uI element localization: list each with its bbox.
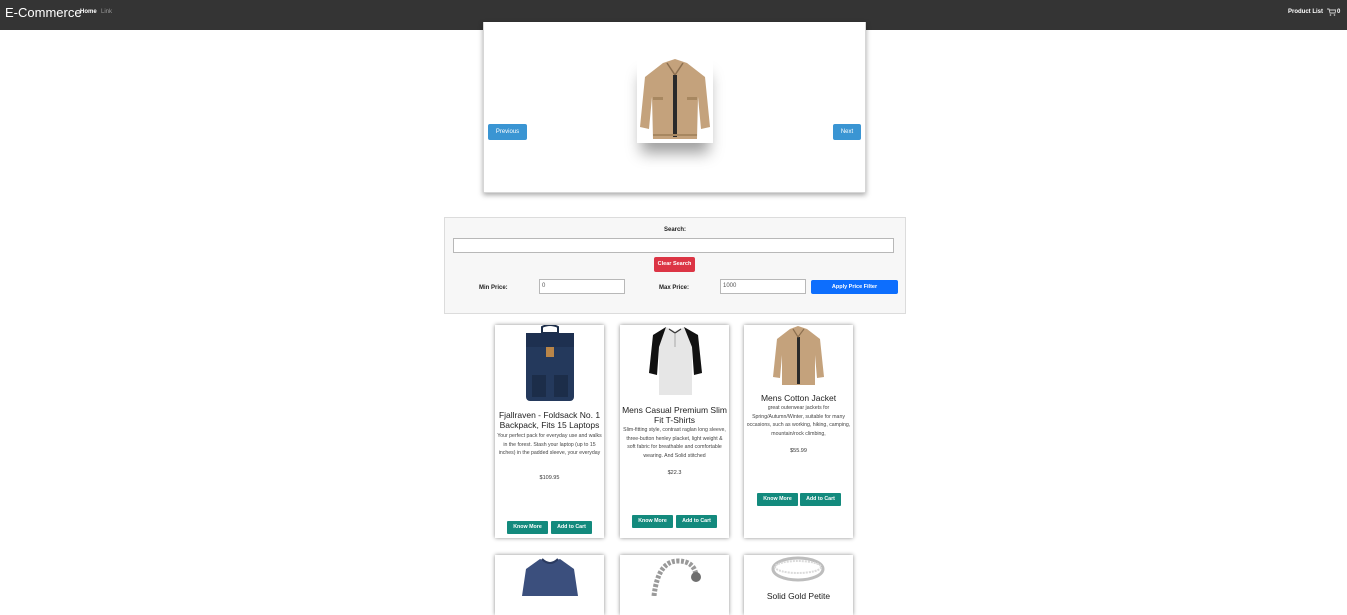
max-price-label: Max Price: [659,285,690,291]
search-input[interactable] [453,238,894,253]
product-card [620,555,729,615]
clear-search-button[interactable]: Clear Search [654,257,695,272]
product-carousel: Previous Next [483,22,866,193]
filter-panel: Search: Clear Search Min Price: 0 Max Pr… [444,217,906,314]
previous-button[interactable]: Previous [488,124,527,140]
product-description: Slim-fitting style, contrast raglan long… [623,427,726,459]
product-title: Solid Gold Petite [766,591,831,601]
add-to-cart-button[interactable]: Add to Cart [551,521,592,534]
nav-link[interactable]: Link [101,9,112,15]
carousel-image-jacket [637,57,713,143]
product-price: $55.99 [790,448,807,454]
product-card: Mens Cotton Jacket great outerwear jacke… [744,325,853,538]
apply-price-filter-button[interactable]: Apply Price Filter [811,280,898,294]
product-image-ring [771,555,826,585]
min-price-input[interactable]: 0 [539,279,625,294]
product-image-bracelet [648,555,703,597]
product-description: great outerwear jackets for Spring/Autum… [746,405,851,437]
brand-link[interactable]: E-Commerce [5,5,82,20]
max-price-input[interactable]: 1000 [720,279,806,294]
min-price-label: Min Price: [479,285,508,291]
know-more-button[interactable]: Know More [632,515,673,528]
know-more-button[interactable]: Know More [507,521,548,534]
product-image-sweater [522,555,578,596]
product-price: $109.95 [539,475,560,481]
nav-home-link[interactable]: Home [80,9,97,15]
search-label: Search: [663,227,686,233]
add-to-cart-button[interactable]: Add to Cart [676,515,717,528]
cart-icon[interactable] [1327,8,1336,16]
product-title: Fjallraven - Foldsack No. 1 Backpack, Fi… [498,410,601,430]
product-price: $22.3 [667,470,682,476]
product-image-jacket [771,325,826,387]
product-card: Solid Gold Petite [744,555,853,615]
cart-count: 0 [1337,9,1341,15]
product-list-link[interactable]: Product List [1288,9,1323,15]
product-title: Mens Cotton Jacket [760,393,837,403]
add-to-cart-button[interactable]: Add to Cart [800,493,841,506]
product-card [495,555,604,615]
product-title: Mens Casual Premium Slim Fit T-Shirts [622,405,727,425]
next-button[interactable]: Next [833,124,861,140]
product-card: Mens Casual Premium Slim Fit T-Shirts Sl… [620,325,729,538]
product-card: Fjallraven - Foldsack No. 1 Backpack, Fi… [495,324,604,538]
jacket-image [640,59,710,139]
product-description: Your perfect pack for everyday use and w… [497,433,602,456]
product-image-backpack [522,324,578,403]
product-image-tshirt [648,325,703,397]
know-more-button[interactable]: Know More [757,493,798,506]
